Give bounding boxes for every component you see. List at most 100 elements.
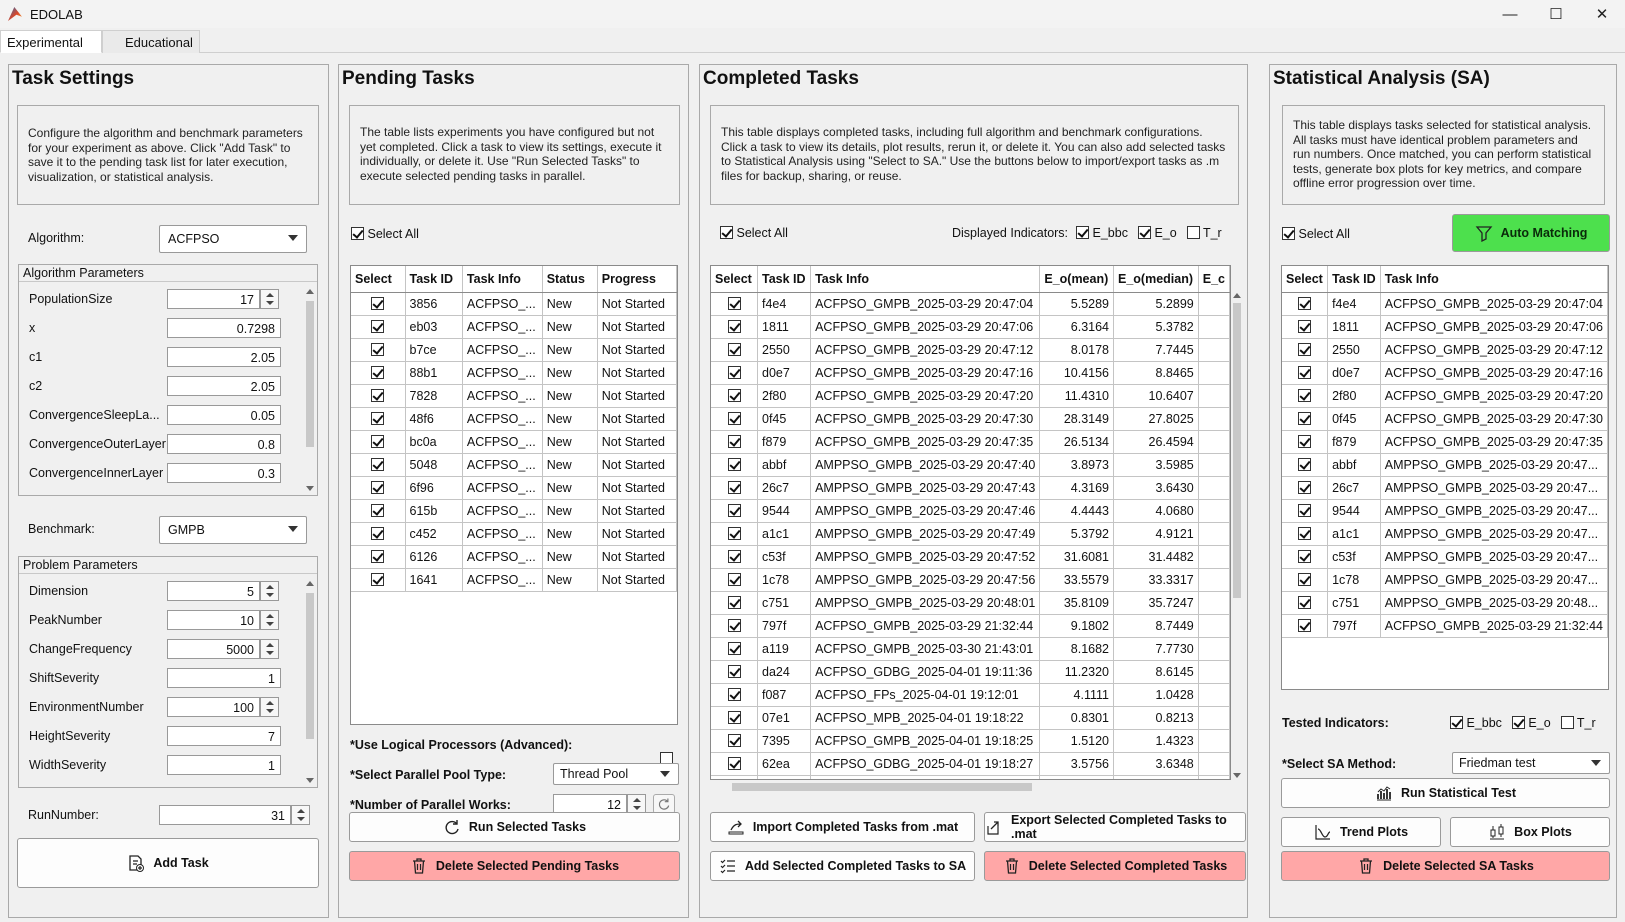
select-cell[interactable]	[711, 384, 758, 408]
select-cell[interactable]	[711, 430, 758, 454]
select-cell[interactable]	[1282, 361, 1329, 385]
parameter-value-field[interactable]: 2.05	[167, 376, 281, 396]
select-cell[interactable]	[711, 660, 758, 684]
auto-matching-button[interactable]: Auto Matching	[1452, 214, 1610, 252]
table-row[interactable]: 62ea ACFPSO_GDBG_2025-04-01 19:18:27 3.575…	[711, 752, 1230, 776]
column-header[interactable]: Status	[542, 266, 598, 293]
table-row[interactable]: 7395 ACFPSO_GMPB_2025-04-01 19:18:25 1.512…	[711, 729, 1230, 753]
select-cell[interactable]	[351, 522, 406, 546]
row-checkbox[interactable]	[727, 687, 741, 701]
select-cell[interactable]	[711, 522, 758, 546]
row-checkbox[interactable]	[371, 503, 385, 517]
select-cell[interactable]	[711, 476, 758, 500]
row-checkbox[interactable]	[1298, 595, 1312, 609]
table-row[interactable]: d0e7 ACFPSO_GMPB_2025-03-29 20:47:16	[1282, 361, 1608, 385]
column-header[interactable]: Select	[711, 266, 758, 293]
table-row[interactable]: 2f80 ACFPSO_GMPB_2025-03-29 20:47:20	[1282, 384, 1608, 408]
select-cell[interactable]	[351, 476, 406, 500]
parameter-spinner[interactable]	[260, 697, 279, 717]
row-checkbox[interactable]	[371, 365, 385, 379]
row-checkbox[interactable]	[371, 526, 385, 540]
indicator-checkbox[interactable]	[1560, 716, 1574, 729]
row-checkbox[interactable]	[371, 388, 385, 402]
column-header[interactable]: Task Info	[462, 266, 543, 293]
row-checkbox[interactable]	[1298, 457, 1312, 471]
row-checkbox[interactable]	[727, 595, 741, 609]
select-cell[interactable]	[351, 453, 406, 477]
row-checkbox[interactable]	[727, 664, 741, 678]
table-row[interactable]: 26c7 AMPPSO_GMPB_2025-03-29 20:47:43 4.316…	[711, 476, 1230, 500]
indicator-toggle[interactable]: T_r	[1560, 716, 1596, 730]
row-checkbox[interactable]	[727, 756, 741, 770]
scroll-thumb[interactable]	[732, 783, 1032, 791]
select-cell[interactable]	[1282, 614, 1329, 638]
table-row[interactable]: 07e1 ACFPSO_MPB_2025-04-01 19:18:22 0.8301…	[711, 706, 1230, 730]
row-checkbox[interactable]	[1298, 503, 1312, 517]
select-cell[interactable]	[711, 499, 758, 523]
benchmark-dropdown[interactable]: GMPB	[159, 516, 307, 544]
table-row[interactable]: 7828 ACFPSO_... New Not Started	[351, 384, 677, 408]
problem-params-scrollbar[interactable]	[304, 579, 316, 785]
parameter-value-field[interactable]: 0.05	[167, 405, 281, 425]
table-row[interactable]: 6126 ACFPSO_... New Not Started	[351, 545, 677, 569]
table-row[interactable]: f4e4 ACFPSO_GMPB_2025-03-29 20:47:04 5.528…	[711, 292, 1230, 316]
table-row[interactable]: c53f AMPPSO_GMPB_2025-03-29 20:47...	[1282, 545, 1608, 569]
row-checkbox[interactable]	[727, 710, 741, 724]
row-checkbox[interactable]	[371, 342, 385, 356]
table-row[interactable]: d0e7 ACFPSO_GMPB_2025-03-29 20:47:16 10.41…	[711, 361, 1230, 385]
select-cell[interactable]	[1282, 591, 1329, 615]
select-cell[interactable]	[1282, 292, 1329, 316]
row-checkbox[interactable]	[727, 388, 741, 402]
pending-select-all[interactable]: Select All	[351, 227, 419, 241]
row-checkbox[interactable]	[1298, 480, 1312, 494]
table-row[interactable]: 797f ACFPSO_GMPB_2025-03-29 21:32:44 9.180…	[711, 614, 1230, 638]
table-row[interactable]: f879 ACFPSO_GMPB_2025-03-29 20:47:35 26.51…	[711, 430, 1230, 454]
column-header[interactable]: E_o(mean)	[1039, 266, 1114, 293]
select-cell[interactable]	[351, 407, 406, 431]
row-checkbox[interactable]	[1298, 296, 1312, 310]
table-row[interactable]: 9544 AMPPSO_GMPB_2025-03-29 20:47...	[1282, 499, 1608, 523]
select-cell[interactable]	[351, 384, 406, 408]
box-plots-button[interactable]: Box Plots	[1450, 817, 1610, 847]
tab-educational[interactable]: Educational	[102, 30, 200, 53]
table-row[interactable]: 3856 ACFPSO_... New Not Started	[351, 292, 677, 316]
column-header[interactable]: Select	[351, 266, 406, 293]
row-checkbox[interactable]	[1298, 618, 1312, 632]
column-header[interactable]: Task ID	[757, 266, 812, 293]
sa-select-all[interactable]: Select All	[1282, 227, 1350, 241]
close-button[interactable]: ✕	[1579, 0, 1625, 28]
table-row[interactable]: 0f45 ACFPSO_GMPB_2025-03-29 20:47:30	[1282, 407, 1608, 431]
row-checkbox[interactable]	[727, 411, 741, 425]
row-checkbox[interactable]	[727, 618, 741, 632]
export-completed-button[interactable]: Export Selected Completed Tasks to .mat	[984, 812, 1246, 842]
indicator-toggle[interactable]: T_r	[1186, 226, 1222, 240]
table-row[interactable]: 615b ACFPSO_... New Not Started	[351, 499, 677, 523]
select-cell[interactable]	[351, 315, 406, 339]
select-all-checkbox[interactable]	[1282, 227, 1295, 240]
column-header[interactable]: Select	[1282, 266, 1329, 293]
table-row[interactable]: 1811 ACFPSO_GMPB_2025-03-29 20:47:06	[1282, 315, 1608, 339]
select-cell[interactable]	[711, 706, 758, 730]
select-cell[interactable]	[351, 568, 406, 592]
table-row[interactable]: f4e4 ACFPSO_GMPB_2025-03-29 20:47:04	[1282, 292, 1608, 316]
table-row[interactable]: 797f ACFPSO_GMPB_2025-03-29 21:32:44	[1282, 614, 1608, 638]
row-checkbox[interactable]	[1298, 411, 1312, 425]
indicator-toggle[interactable]: E_o	[1137, 226, 1177, 240]
row-checkbox[interactable]	[1298, 526, 1312, 540]
row-checkbox[interactable]	[727, 296, 741, 310]
parameter-spinner[interactable]	[260, 639, 279, 659]
parallel-workers-field[interactable]: 12	[553, 794, 627, 814]
row-checkbox[interactable]	[727, 480, 741, 494]
select-cell[interactable]	[711, 407, 758, 431]
parameter-value-field[interactable]: 2.05	[167, 347, 281, 367]
scroll-thumb[interactable]	[306, 301, 314, 447]
run-number-spinner[interactable]	[291, 805, 310, 825]
maximize-button[interactable]: ☐	[1533, 0, 1579, 28]
completed-table-hscroll[interactable]	[710, 780, 1243, 794]
row-checkbox[interactable]	[371, 549, 385, 563]
select-cell[interactable]	[351, 292, 406, 316]
row-checkbox[interactable]	[371, 319, 385, 333]
row-checkbox[interactable]	[727, 549, 741, 563]
indicator-checkbox[interactable]	[1137, 226, 1151, 239]
parameter-spinner[interactable]	[260, 610, 279, 630]
